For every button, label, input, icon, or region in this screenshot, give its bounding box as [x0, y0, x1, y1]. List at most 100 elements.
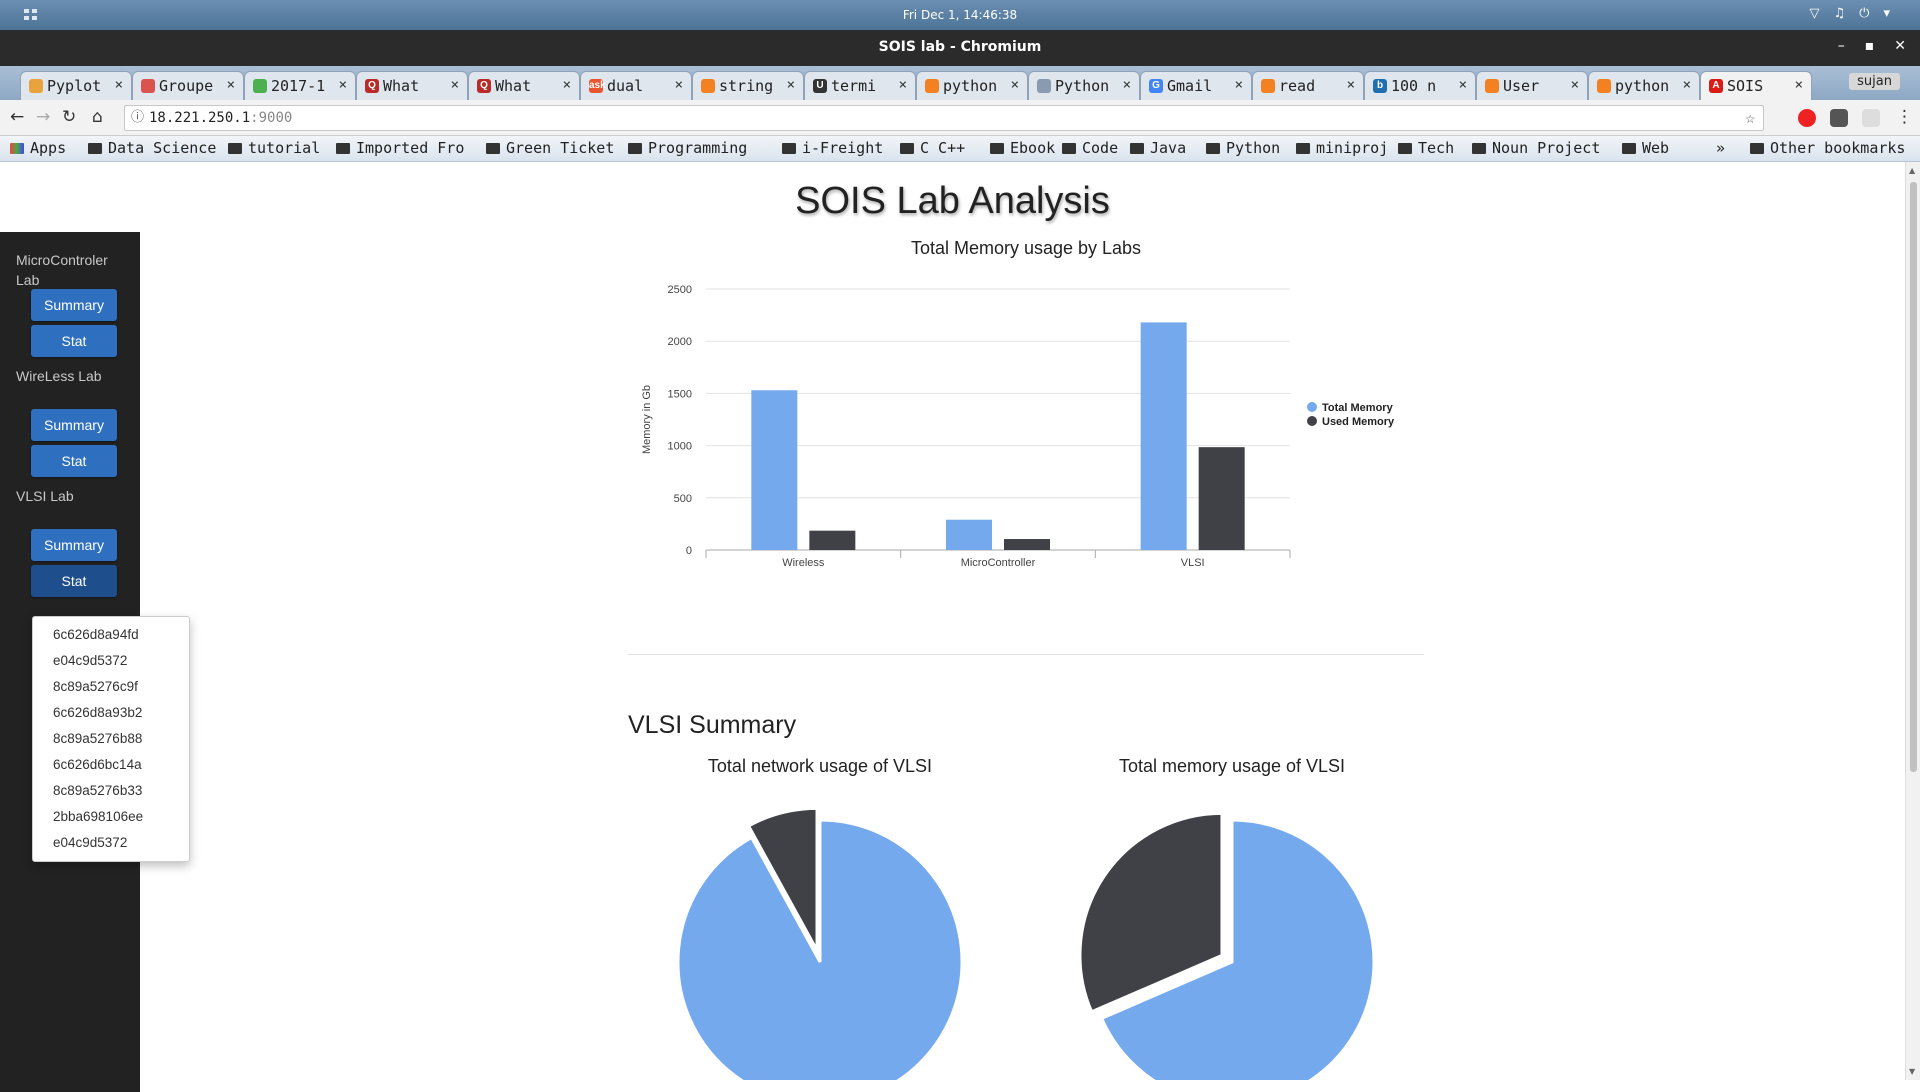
dropdown-item[interactable]: 6c626d8a94fd [33, 622, 189, 648]
bookmark-star-icon[interactable]: ☆ [1745, 106, 1755, 130]
tab-close-icon[interactable]: × [227, 77, 235, 93]
vlsi-stat-button[interactable]: Stat [31, 565, 117, 597]
tab-close-icon[interactable]: × [1123, 77, 1131, 93]
tab-close-icon[interactable]: × [1795, 77, 1803, 93]
power-icon[interactable]: ⏻ [1859, 6, 1869, 21]
chevron-down-icon[interactable]: ▾ [1883, 6, 1890, 21]
close-icon[interactable]: ✕ [1894, 38, 1906, 54]
page-scrollbar[interactable]: ▲ ▼ [1905, 162, 1920, 1080]
bookmark-item[interactable]: Imported Fro [336, 139, 464, 157]
tab-favicon-icon: ask [589, 79, 606, 93]
tab-label: What [495, 77, 532, 95]
wireless-summary-button[interactable]: Summary [31, 409, 117, 441]
x-tick-label: MicroController [961, 557, 1036, 569]
tab-close-icon[interactable]: × [675, 77, 683, 93]
bookmark-item[interactable]: Programming [628, 139, 747, 157]
dropdown-item[interactable]: 8c89a5276c9f [33, 674, 189, 700]
volume-icon[interactable]: ♫ [1834, 6, 1846, 21]
browser-tab[interactable]: Q What × [356, 71, 468, 100]
bookmark-item[interactable]: Green Ticket [486, 139, 614, 157]
bookmark-item[interactable]: tutorial [228, 139, 320, 157]
bookmark-item[interactable]: miniproj [1296, 139, 1388, 157]
browser-tab[interactable]: b 100 n × [1364, 71, 1476, 100]
browser-tab[interactable]: User × [1476, 71, 1588, 100]
wifi-icon[interactable]: ▽ [1810, 6, 1820, 21]
microcontroller-stat-button[interactable]: Stat [31, 325, 117, 357]
bookmark-item[interactable]: C C++ [900, 139, 965, 157]
dropdown-item[interactable]: e04c9d5372 [33, 830, 189, 856]
browser-tab[interactable]: 2017-1 × [244, 71, 356, 100]
divider [628, 654, 1424, 655]
bookmarks-overflow-button[interactable]: » [1716, 139, 1725, 157]
folder-icon [336, 143, 350, 154]
address-bar[interactable]: ⓘ 18.221.250.1:9000 ☆ [124, 105, 1764, 131]
tab-close-icon[interactable]: × [1459, 77, 1467, 93]
dropdown-item[interactable]: 6c626d6bc14a [33, 752, 189, 778]
bookmark-item[interactable]: Other bookmarks [1750, 139, 1905, 157]
tab-favicon-icon [1037, 79, 1051, 93]
browser-tab[interactable]: Pyplot × [20, 71, 132, 100]
dropdown-item[interactable]: 8c89a5276b33 [33, 778, 189, 804]
scroll-up-icon[interactable]: ▲ [1909, 166, 1915, 175]
menu-icon[interactable]: ⋮ [1896, 107, 1913, 127]
info-icon[interactable]: ⓘ [131, 106, 144, 130]
browser-tab[interactable]: Q What × [468, 71, 580, 100]
tab-label: string [719, 77, 774, 95]
browser-tab[interactable]: Utermi × [804, 71, 916, 100]
profile-button[interactable]: sujan [1849, 73, 1900, 90]
extension-icon[interactable] [1830, 109, 1848, 127]
bookmark-item[interactable]: Java [1130, 139, 1186, 157]
browser-tab[interactable]: ask dual × [580, 71, 692, 100]
tab-close-icon[interactable]: × [1011, 77, 1019, 93]
opera-extension-icon[interactable] [1798, 109, 1816, 127]
tab-close-icon[interactable]: × [787, 77, 795, 93]
reload-icon[interactable]: ↻ [62, 107, 76, 127]
microcontroller-summary-button[interactable]: Summary [31, 289, 117, 321]
browser-tab[interactable]: read × [1252, 71, 1364, 100]
back-icon[interactable]: ← [10, 107, 24, 127]
dropdown-item[interactable]: e04c9d5372 [33, 648, 189, 674]
vlsi-summary-button[interactable]: Summary [31, 529, 117, 561]
bookmark-label: miniproj [1316, 139, 1389, 157]
browser-tab[interactable]: string × [692, 71, 804, 100]
bookmark-item[interactable]: Noun Project [1472, 139, 1600, 157]
bookmark-item[interactable]: i-Freight [782, 139, 883, 157]
dropdown-item[interactable]: 2bba698106ee [33, 804, 189, 830]
browser-tab[interactable]: python × [916, 71, 1028, 100]
bookmark-item[interactable]: Data Science [88, 139, 216, 157]
browser-tab[interactable]: python × [1588, 71, 1700, 100]
bookmark-item[interactable]: Tech [1398, 139, 1454, 157]
bookmark-item[interactable]: Apps [10, 139, 66, 157]
tab-strip: Pyplot × Groupe × 2017-1 × Q What × Q What × ask dual… [0, 66, 1920, 100]
tab-close-icon[interactable]: × [1683, 77, 1691, 93]
bookmark-item[interactable]: Ebook [990, 139, 1055, 157]
tab-close-icon[interactable]: × [899, 77, 907, 93]
maximize-icon[interactable]: ▪ [1865, 38, 1875, 54]
tab-close-icon[interactable]: × [1571, 77, 1579, 93]
minimize-icon[interactable]: – [1838, 38, 1845, 54]
dropdown-item[interactable]: 6c626d8a93b2 [33, 700, 189, 726]
tab-favicon-icon: U [813, 79, 827, 93]
browser-tab[interactable]: A SOIS × [1700, 71, 1812, 100]
bookmark-item[interactable]: Python [1206, 139, 1280, 157]
extension-icon[interactable] [1862, 109, 1880, 127]
tab-close-icon[interactable]: × [1347, 77, 1355, 93]
tab-close-icon[interactable]: × [451, 77, 459, 93]
forward-icon[interactable]: → [36, 107, 50, 127]
scrollbar-thumb[interactable] [1910, 182, 1917, 772]
bookmark-item[interactable]: Web [1622, 139, 1669, 157]
scroll-down-icon[interactable]: ▼ [1909, 1067, 1915, 1076]
browser-tab[interactable]: Groupe × [132, 71, 244, 100]
browser-tab[interactable]: G Gmail × [1140, 71, 1252, 100]
os-top-panel: Fri Dec 1, 14:46:38 ▽ ♫ ⏻ ▾ [0, 0, 1920, 30]
tab-close-icon[interactable]: × [115, 77, 123, 93]
browser-tab[interactable]: Python × [1028, 71, 1140, 100]
wireless-stat-button[interactable]: Stat [31, 445, 117, 477]
tab-close-icon[interactable]: × [1235, 77, 1243, 93]
dropdown-item[interactable]: 8c89a5276b88 [33, 726, 189, 752]
bookmark-item[interactable]: Code [1062, 139, 1118, 157]
system-clock[interactable]: Fri Dec 1, 14:46:38 [0, 8, 1920, 22]
home-icon[interactable]: ⌂ [92, 107, 103, 127]
tab-close-icon[interactable]: × [339, 77, 347, 93]
tab-close-icon[interactable]: × [563, 77, 571, 93]
